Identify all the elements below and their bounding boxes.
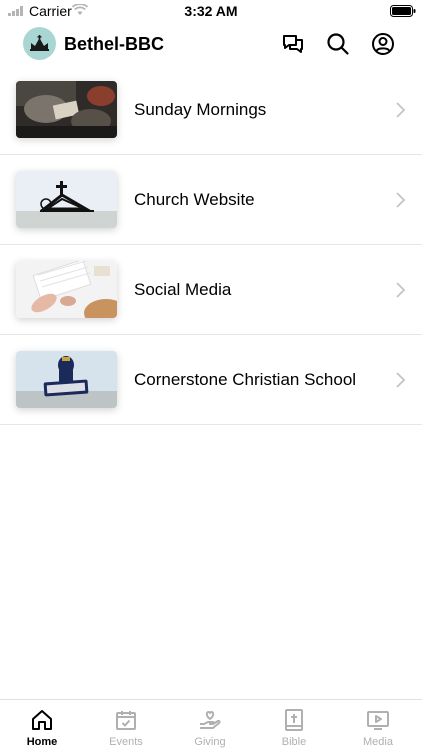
social-media-thumbnail [16, 261, 117, 318]
list-item-cornerstone-school[interactable]: Cornerstone Christian School [0, 335, 422, 425]
menu-list: Sunday Mornings Church Website Social Me… [0, 65, 422, 425]
tab-label: Media [363, 736, 393, 748]
tab-media[interactable]: Media [336, 700, 420, 750]
search-icon[interactable] [326, 32, 350, 56]
tab-bible[interactable]: Bible [252, 700, 336, 750]
tab-home[interactable]: Home [0, 700, 84, 750]
app-header: Bethel-BBC [0, 22, 422, 66]
list-item-label: Social Media [134, 280, 232, 299]
battery-icon [390, 5, 416, 17]
church-logo [23, 27, 56, 60]
list-item-sunday-mornings[interactable]: Sunday Mornings [0, 65, 422, 155]
calendar-icon [116, 711, 136, 730]
list-item-social-media[interactable]: Social Media [0, 245, 422, 335]
list-item-label: Cornerstone Christian School [134, 370, 357, 389]
church-website-thumbnail [16, 171, 117, 228]
profile-icon[interactable] [371, 32, 395, 56]
list-item-label: Church Website [134, 190, 255, 209]
tab-label: Giving [194, 736, 226, 748]
list-item-church-website[interactable]: Church Website [0, 155, 422, 245]
cornerstone-school-thumbnail [16, 351, 117, 408]
tab-events[interactable]: Events [84, 700, 168, 750]
app-title: Bethel-BBC [64, 34, 165, 54]
tab-label: Bible [281, 736, 307, 748]
chevron-right-icon [396, 102, 406, 118]
chevron-right-icon [396, 192, 406, 208]
media-icon [367, 711, 389, 730]
chevron-right-icon [396, 282, 406, 298]
status-bar: Carrier 3:32 AM [0, 0, 422, 22]
bible-icon [285, 709, 303, 731]
tab-bar: Home Events Giving Bible Media [0, 699, 422, 750]
tab-giving[interactable]: Giving [168, 700, 252, 750]
sunday-mornings-thumbnail [16, 81, 117, 138]
giving-icon [200, 711, 221, 729]
home-icon [32, 710, 52, 730]
crown-icon [30, 35, 49, 51]
chat-icon[interactable] [281, 32, 305, 56]
clock: 3:32 AM [184, 3, 238, 19]
chevron-right-icon [396, 372, 406, 388]
list-item-label: Sunday Mornings [134, 100, 267, 119]
tab-label: Events [109, 736, 143, 748]
tab-label: Home [26, 736, 58, 748]
